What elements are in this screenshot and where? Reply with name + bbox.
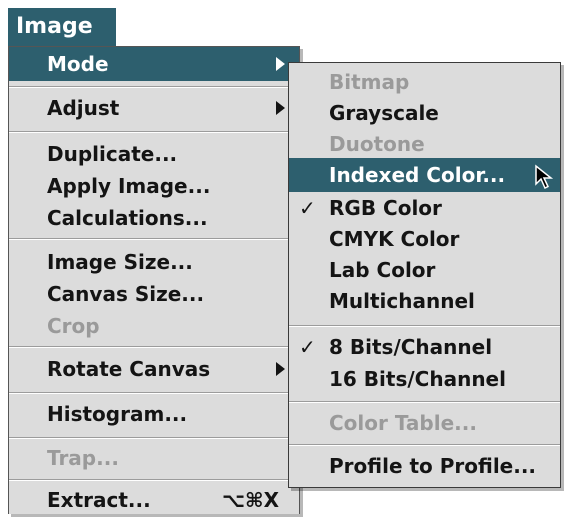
submenu-item-16-bits[interactable]: 16 Bits/Channel — [289, 362, 560, 396]
menu-item-trap[interactable]: Trap... — [9, 441, 299, 475]
menu-item-label: Multichannel — [329, 289, 475, 313]
checkmark-icon: ✓ — [299, 196, 316, 220]
menu-item-calculations[interactable]: Calculations... — [9, 201, 299, 235]
menu-item-canvas-size[interactable]: Canvas Size... — [9, 277, 299, 311]
image-menu: Mode Adjust Duplicate... Apply Image... … — [8, 46, 300, 514]
cursor-arrow-icon — [535, 164, 554, 190]
menu-item-label: Rotate Canvas — [47, 357, 211, 381]
menu-item-apply-image[interactable]: Apply Image... — [9, 169, 299, 203]
menu-separator — [9, 479, 299, 481]
menu-item-label: Calculations... — [47, 206, 208, 230]
menu-separator — [289, 444, 560, 446]
menu-separator — [9, 437, 299, 439]
menu-item-label: CMYK Color — [329, 227, 460, 251]
submenu-item-cmyk-color[interactable]: CMYK Color — [289, 222, 560, 256]
menu-item-label: Histogram... — [47, 402, 188, 426]
shortcut-label: ⌥⌘X — [221, 488, 279, 512]
menu-separator — [9, 392, 299, 394]
submenu-arrow-icon — [276, 57, 285, 71]
menu-item-duplicate[interactable]: Duplicate... — [9, 137, 299, 171]
submenu-item-bitmap[interactable]: Bitmap — [289, 65, 560, 99]
menu-item-label: Duotone — [329, 132, 425, 156]
mode-submenu: Bitmap Grayscale Duotone Indexed Color..… — [288, 62, 561, 488]
submenu-item-8-bits[interactable]: ✓ 8 Bits/Channel — [289, 330, 560, 364]
menu-separator — [9, 131, 299, 133]
submenu-item-duotone[interactable]: Duotone — [289, 127, 560, 161]
menu-item-label: 8 Bits/Channel — [329, 335, 493, 359]
submenu-item-multichannel[interactable]: Multichannel — [289, 284, 560, 318]
menu-item-label: Extract... — [47, 488, 151, 512]
menu-item-label: Image Size... — [47, 250, 193, 274]
submenu-item-color-table[interactable]: Color Table... — [289, 406, 560, 440]
menu-item-label: Bitmap — [329, 70, 410, 94]
submenu-arrow-icon — [276, 362, 285, 376]
menu-item-crop[interactable]: Crop — [9, 309, 299, 343]
menu-item-label: RGB Color — [329, 196, 442, 220]
menu-separator — [9, 238, 299, 240]
menu-item-label: Profile to Profile... — [329, 454, 537, 478]
menu-item-adjust[interactable]: Adjust — [9, 91, 299, 125]
menu-item-histogram[interactable]: Histogram... — [9, 397, 299, 431]
menu-item-label: Lab Color — [329, 258, 436, 282]
submenu-item-lab-color[interactable]: Lab Color — [289, 253, 560, 287]
menu-item-label: Canvas Size... — [47, 282, 205, 306]
menu-item-label: 16 Bits/Channel — [329, 367, 506, 391]
submenu-arrow-icon — [276, 101, 285, 115]
menu-item-label: Apply Image... — [47, 174, 211, 198]
menu-separator — [289, 325, 560, 327]
menu-item-label: Duplicate... — [47, 142, 178, 166]
menu-separator — [9, 346, 299, 348]
menu-item-label: Mode — [47, 52, 109, 76]
menu-item-mode[interactable]: Mode — [9, 47, 299, 81]
submenu-item-grayscale[interactable]: Grayscale — [289, 96, 560, 130]
image-menu-title[interactable]: Image — [8, 8, 116, 46]
menu-separator — [289, 401, 560, 403]
menu-item-label: Indexed Color... — [329, 163, 506, 187]
submenu-item-rgb-color[interactable]: ✓ RGB Color — [289, 191, 560, 225]
menu-item-extract[interactable]: Extract... ⌥⌘X — [9, 483, 299, 517]
submenu-item-indexed-color[interactable]: Indexed Color... — [289, 158, 560, 192]
menu-item-label: Crop — [47, 314, 100, 338]
submenu-item-profile-to-profile[interactable]: Profile to Profile... — [289, 449, 560, 483]
menu-item-label: Adjust — [47, 96, 120, 120]
menu-item-label: Grayscale — [329, 101, 439, 125]
menu-item-rotate-canvas[interactable]: Rotate Canvas — [9, 352, 299, 386]
menu-item-image-size[interactable]: Image Size... — [9, 245, 299, 279]
menu-separator — [9, 86, 299, 88]
checkmark-icon: ✓ — [299, 335, 316, 359]
menu-item-label: Color Table... — [329, 411, 477, 435]
menu-item-label: Trap... — [47, 446, 119, 470]
